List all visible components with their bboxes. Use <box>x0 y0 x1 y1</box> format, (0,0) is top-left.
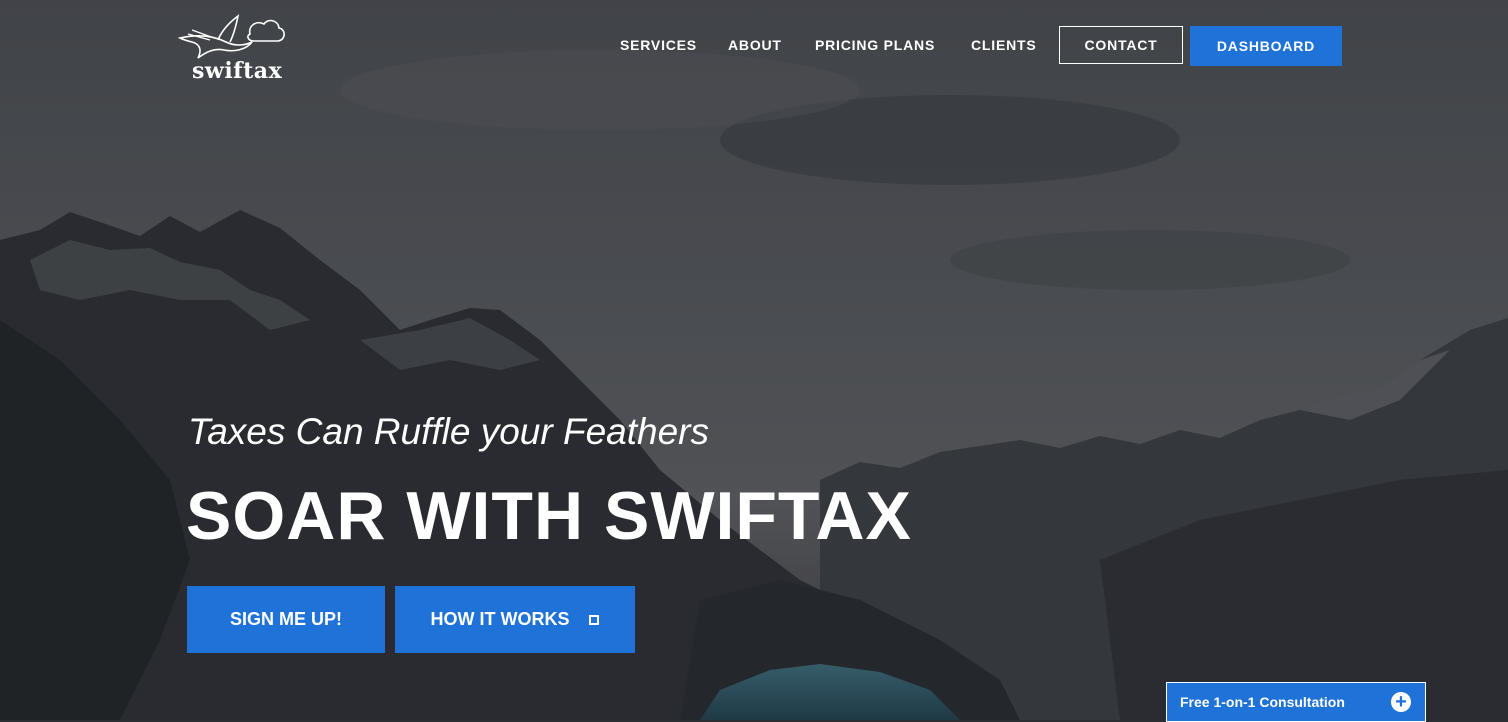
how-it-works-label: HOW IT WORKS <box>430 609 570 629</box>
square-icon <box>589 614 600 625</box>
plus-circle-icon[interactable]: + <box>1391 692 1411 712</box>
nav-services[interactable]: SERVICES <box>620 37 697 53</box>
how-it-works-button[interactable]: HOW IT WORKS <box>395 586 635 653</box>
hero-tagline: Taxes Can Ruffle your Feathers <box>188 411 709 452</box>
contact-button[interactable]: CONTACT <box>1059 26 1183 64</box>
hero-headline: SOAR WITH SWIFTAX <box>186 478 912 554</box>
nav-pricing-plans[interactable]: PRICING PLANS <box>815 37 935 53</box>
sign-up-button[interactable]: SIGN ME UP! <box>187 586 385 653</box>
sign-up-label: SIGN ME UP! <box>229 609 342 629</box>
consultation-tab[interactable]: Free 1-on-1 Consultation + <box>1166 682 1426 722</box>
nav-clients[interactable]: CLIENTS <box>971 37 1037 53</box>
main-nav: SERVICES ABOUT PRICING PLANS CLIENTS CON… <box>0 26 1508 66</box>
dashboard-button[interactable]: DASHBOARD <box>1190 26 1342 66</box>
consultation-label: Free 1-on-1 Consultation <box>1180 694 1345 710</box>
nav-about[interactable]: ABOUT <box>728 37 782 53</box>
